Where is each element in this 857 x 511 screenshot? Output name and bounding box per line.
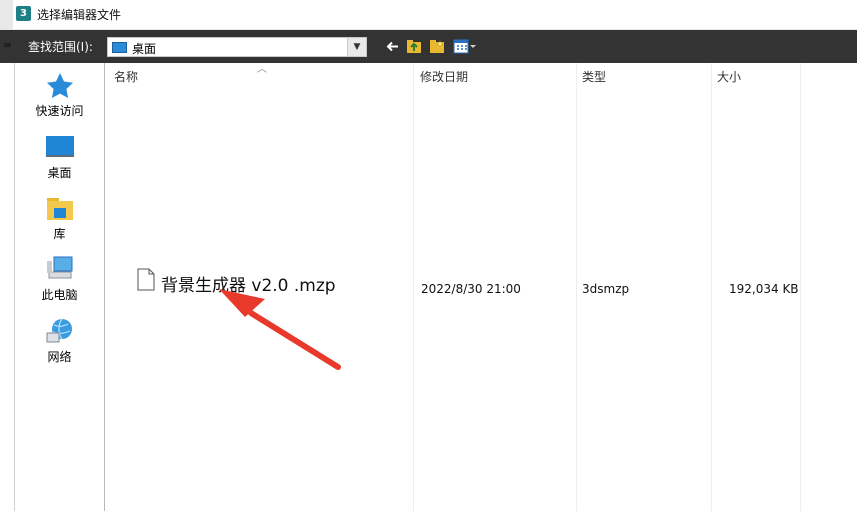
window-title: 选择编辑器文件 xyxy=(37,8,122,22)
toolbar-edge-mark xyxy=(4,43,11,47)
view-menu-icon[interactable] xyxy=(453,39,476,54)
look-in-value: 桌面 xyxy=(132,42,157,56)
places-sidebar: 快速访问 桌面 库 此电脑 网络 xyxy=(14,63,105,511)
file-list: 名称 ︿ 修改日期 类型 大小 背景生成器 v2.0 .mzp 2022/8/3… xyxy=(105,63,857,511)
sidebar-item-this-pc[interactable]: 此电脑 xyxy=(15,255,104,303)
desktop-icon xyxy=(112,42,127,53)
computer-icon xyxy=(44,255,76,283)
sidebar-item-label: 此电脑 xyxy=(41,288,78,302)
back-arrow-icon[interactable] xyxy=(385,39,401,54)
look-in-dropdown[interactable]: 桌面 ▼ xyxy=(107,37,367,57)
sidebar-item-label: 库 xyxy=(53,227,66,241)
look-in-toolbar: 查找范围(I): 桌面 ▼ xyxy=(0,30,857,63)
look-in-label: 查找范围(I): xyxy=(28,40,93,54)
sidebar-item-desktop[interactable]: 桌面 xyxy=(15,133,104,181)
background-window-edge xyxy=(0,0,13,29)
up-folder-icon[interactable] xyxy=(406,39,422,54)
app-icon: 3 xyxy=(16,6,31,21)
sidebar-item-label: 网络 xyxy=(47,350,72,364)
desktop-icon xyxy=(44,133,76,161)
sidebar-item-network[interactable]: 网络 xyxy=(15,317,104,365)
annotation-arrow-icon xyxy=(219,289,341,370)
sidebar-item-label: 桌面 xyxy=(47,166,72,180)
library-icon xyxy=(44,194,76,222)
sidebar-item-label: 快速访问 xyxy=(35,104,84,118)
network-icon xyxy=(44,317,76,345)
chevron-down-icon[interactable]: ▼ xyxy=(347,38,366,56)
title-bar: 3 选择编辑器文件 xyxy=(0,0,857,30)
star-icon xyxy=(44,71,76,99)
sidebar-item-library[interactable]: 库 xyxy=(15,194,104,242)
new-folder-icon[interactable] xyxy=(429,39,445,54)
sidebar-item-quick-access[interactable]: 快速访问 xyxy=(15,71,104,119)
